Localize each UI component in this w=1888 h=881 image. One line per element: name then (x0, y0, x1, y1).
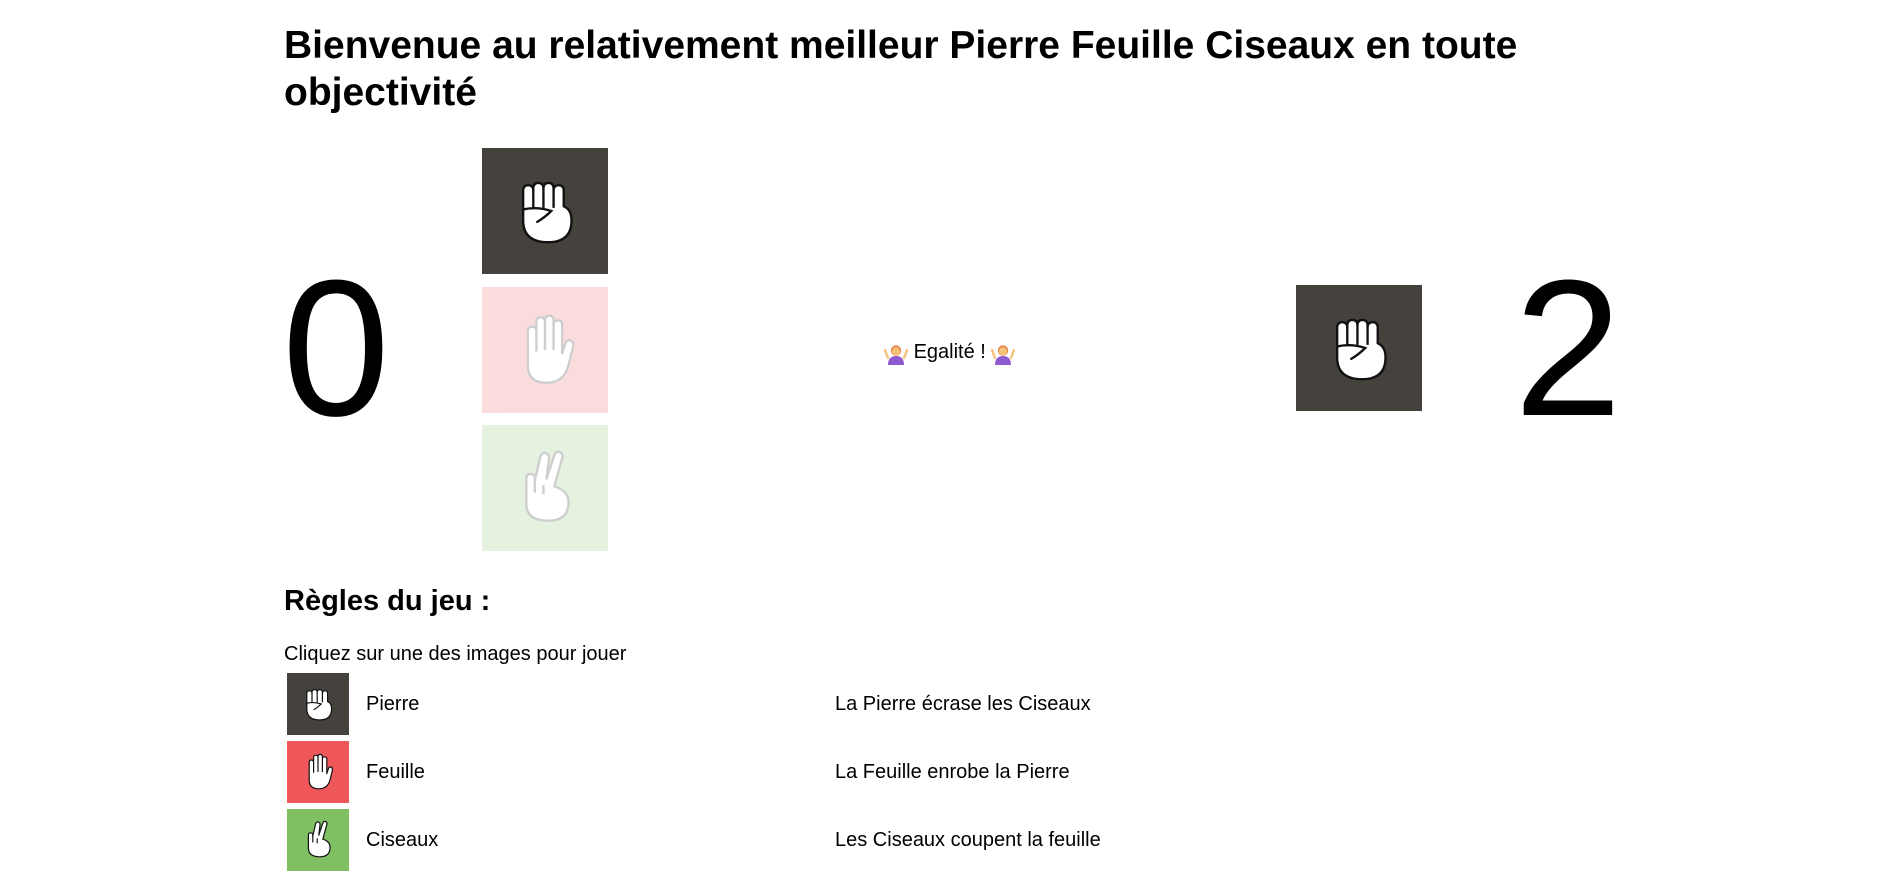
result-text: Egalité ! (913, 341, 986, 363)
fist-hand-icon (298, 684, 338, 724)
scissors-choice-button[interactable] (482, 425, 608, 551)
person-shrugging-icon (884, 341, 908, 365)
rules-heading: Règles du jeu : (284, 585, 491, 617)
rock-choice-button[interactable] (482, 148, 608, 274)
rule-row-ciseaux: Ciseaux Les Ciseaux coupent la feuille (284, 809, 1384, 873)
fist-hand-icon (506, 172, 584, 250)
computer-choice (1296, 285, 1422, 411)
rule-row-pierre: Pierre La Pierre écrase les Ciseaux (284, 673, 1384, 737)
fist-hand-icon (1320, 309, 1398, 387)
rule-name: Ciseaux (366, 829, 439, 851)
rule-row-feuille: Feuille La Feuille enrobe la Pierre (284, 741, 1384, 805)
player-score: 0 (282, 240, 390, 457)
rule-icon-pierre (287, 673, 349, 735)
raised-hand-icon (506, 311, 584, 389)
rules-instructions: Cliquez sur une des images pour jouer (284, 643, 627, 665)
rule-icon-ciseaux (287, 809, 349, 871)
victory-hand-icon (506, 449, 584, 527)
rule-description: La Feuille enrobe la Pierre (835, 761, 1070, 783)
person-shrugging-icon (991, 341, 1015, 365)
page-title: Bienvenue au relativement meilleur Pierr… (284, 24, 1518, 114)
rule-description: Les Ciseaux coupent la feuille (835, 829, 1101, 851)
rule-icon-feuille (287, 741, 349, 803)
paper-choice-button[interactable] (482, 287, 608, 413)
round-result: Egalité ! (884, 338, 1015, 366)
rule-name: Pierre (366, 693, 420, 715)
rule-description: La Pierre écrase les Ciseaux (835, 693, 1091, 715)
computer-score: 2 (1514, 240, 1622, 457)
victory-hand-icon (298, 820, 338, 860)
rule-name: Feuille (366, 761, 425, 783)
raised-hand-icon (298, 752, 338, 792)
